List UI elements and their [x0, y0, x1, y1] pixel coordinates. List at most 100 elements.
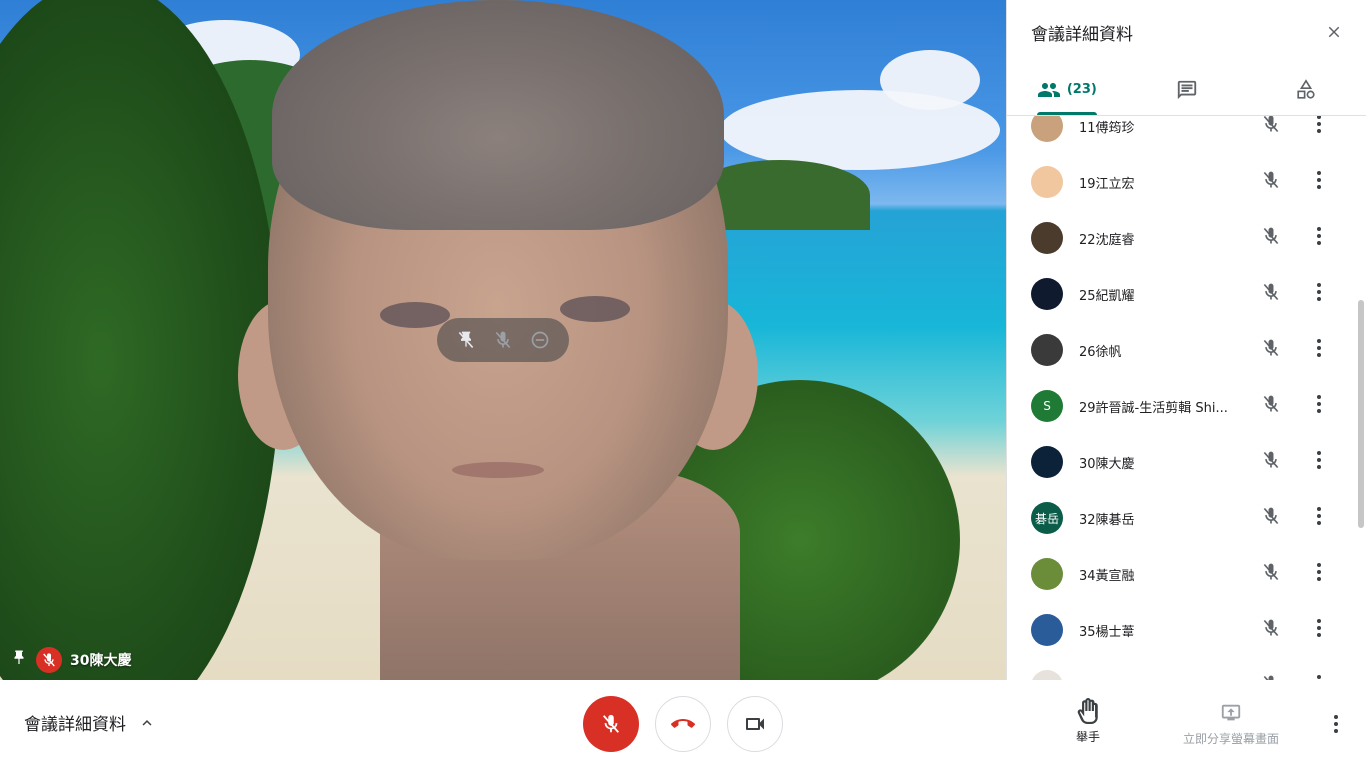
person-mouth	[452, 462, 544, 478]
avatar	[1031, 670, 1063, 680]
raise-hand-button[interactable]: 舉手	[1062, 698, 1114, 745]
participant-row[interactable]: 35楊士葦	[1007, 602, 1366, 658]
mute-participant-button[interactable]	[1251, 330, 1291, 370]
pin-off-icon[interactable]	[454, 328, 478, 352]
participant-more-button[interactable]	[1299, 498, 1339, 538]
panel-header: 會議詳細資料	[1007, 0, 1366, 64]
avatar	[1031, 446, 1063, 478]
mute-participant-button[interactable]	[1251, 274, 1291, 314]
more-vert-icon	[1316, 170, 1322, 194]
participant-row[interactable]: 19江立宏	[1007, 154, 1366, 210]
participant-more-button[interactable]	[1299, 218, 1339, 258]
mic-off-icon	[602, 714, 620, 733]
hang-up-icon	[671, 719, 695, 728]
avatar	[1031, 222, 1063, 254]
more-options-button[interactable]	[1322, 706, 1350, 742]
videocam-icon	[746, 718, 764, 730]
mic-off-icon	[1261, 562, 1281, 586]
person-eye	[380, 302, 450, 328]
mute-participant-button[interactable]	[1251, 218, 1291, 258]
participant-name: 19江立宏	[1079, 176, 1135, 192]
main-video-tile: 30陳大慶	[0, 0, 1006, 680]
participant-more-button[interactable]	[1299, 386, 1339, 426]
panel-tabs: (23)	[1007, 64, 1366, 116]
meeting-details-panel: 會議詳細資料 (23) 11傅筠珍 19江立宏 22沈庭睿 25紀凱耀 26徐帆 S 29許…	[1006, 0, 1366, 680]
participant-row[interactable]: 11傅筠珍	[1007, 116, 1366, 154]
present-now-label: 立即分享螢幕畫面	[1182, 732, 1279, 746]
close-icon	[1328, 26, 1340, 38]
mic-off-icon	[1261, 226, 1281, 250]
more-vert-icon	[1316, 116, 1322, 138]
hand-icon	[1077, 698, 1098, 724]
participant-list-scrollbar[interactable]	[1358, 300, 1364, 528]
mute-participant-button[interactable]	[1251, 162, 1291, 202]
meeting-details-button[interactable]: 會議詳細資料	[24, 710, 156, 735]
present-now-button[interactable]: 立即分享螢幕畫面	[1170, 702, 1292, 747]
participant-more-button[interactable]	[1299, 330, 1339, 370]
mute-participant-button[interactable]	[1251, 554, 1291, 594]
bottom-toolbar: 會議詳細資料 舉手 立即分享螢幕畫面	[0, 680, 1366, 768]
participant-row[interactable]	[1007, 658, 1366, 680]
speaker-name-tag: 30陳大慶	[10, 646, 131, 674]
avatar: S	[1031, 390, 1063, 422]
mute-participant-button[interactable]	[1251, 610, 1291, 650]
more-vert-icon	[1316, 282, 1322, 306]
participant-more-button[interactable]	[1299, 610, 1339, 650]
mute-participant-button[interactable]	[1251, 116, 1291, 146]
close-panel-button[interactable]	[1322, 20, 1346, 44]
mic-off-icon	[1261, 618, 1281, 642]
present-screen-icon	[1221, 704, 1241, 721]
participant-row[interactable]: S 29許晉誠-生活剪輯 Shi...	[1007, 378, 1366, 434]
person-hair	[272, 0, 724, 230]
participant-list[interactable]: 11傅筠珍 19江立宏 22沈庭睿 25紀凱耀 26徐帆 S 29許晉誠-生活剪輯 Shi.…	[1007, 116, 1366, 680]
mute-participant-button[interactable]	[1251, 666, 1291, 680]
participant-name: 25紀凱耀	[1079, 288, 1135, 304]
muted-indicator-icon	[36, 647, 62, 673]
panel-title: 會議詳細資料	[1031, 24, 1133, 45]
mic-off-icon	[1261, 338, 1281, 362]
mute-participant-button[interactable]	[1251, 442, 1291, 482]
avatar: 碁岳	[1031, 502, 1063, 534]
participant-row[interactable]: 34黃宣融	[1007, 546, 1366, 602]
mic-off-icon	[1261, 282, 1281, 306]
avatar	[1031, 166, 1063, 198]
participant-name: 11傅筠珍	[1079, 120, 1135, 136]
chat-icon	[1177, 80, 1196, 99]
participant-name: 29許晉誠-生活剪輯 Shi...	[1079, 400, 1228, 416]
avatar	[1031, 334, 1063, 366]
participant-more-button[interactable]	[1299, 116, 1339, 146]
pin-icon[interactable]	[10, 648, 28, 672]
mic-off-icon[interactable]	[491, 328, 515, 352]
speaker-name: 30陳大慶	[70, 653, 132, 669]
participant-more-button[interactable]	[1299, 274, 1339, 314]
participant-row[interactable]: 碁岳 32陳碁岳	[1007, 490, 1366, 546]
tab-activities[interactable]	[1246, 64, 1366, 115]
more-vert-icon	[1316, 506, 1322, 530]
participant-name: 22沈庭睿	[1079, 232, 1135, 248]
avatar	[1031, 558, 1063, 590]
participant-more-button[interactable]	[1299, 442, 1339, 482]
microphone-toggle-button[interactable]	[583, 696, 639, 752]
camera-toggle-button[interactable]	[727, 696, 783, 752]
meeting-details-label: 會議詳細資料	[24, 715, 126, 735]
mic-off-icon	[1261, 450, 1281, 474]
participant-more-button[interactable]	[1299, 666, 1339, 680]
person-eye	[560, 296, 630, 322]
participant-row[interactable]: 22沈庭睿	[1007, 210, 1366, 266]
participant-row[interactable]: 25紀凱耀	[1007, 266, 1366, 322]
more-vert-icon	[1316, 562, 1322, 586]
participant-more-button[interactable]	[1299, 554, 1339, 594]
participant-row[interactable]: 26徐帆	[1007, 322, 1366, 378]
more-vert-icon	[1316, 394, 1322, 418]
participant-name: 26徐帆	[1079, 344, 1122, 360]
more-vert-icon	[1316, 338, 1322, 362]
leave-call-button[interactable]	[655, 696, 711, 752]
raise-hand-label: 舉手	[1075, 730, 1100, 744]
mute-participant-button[interactable]	[1251, 498, 1291, 538]
tab-chat[interactable]	[1127, 64, 1247, 115]
mute-participant-button[interactable]	[1251, 386, 1291, 426]
tab-participants[interactable]: (23)	[1007, 64, 1127, 115]
remove-icon[interactable]	[528, 328, 552, 352]
participant-row[interactable]: 30陳大慶	[1007, 434, 1366, 490]
participant-more-button[interactable]	[1299, 162, 1339, 202]
